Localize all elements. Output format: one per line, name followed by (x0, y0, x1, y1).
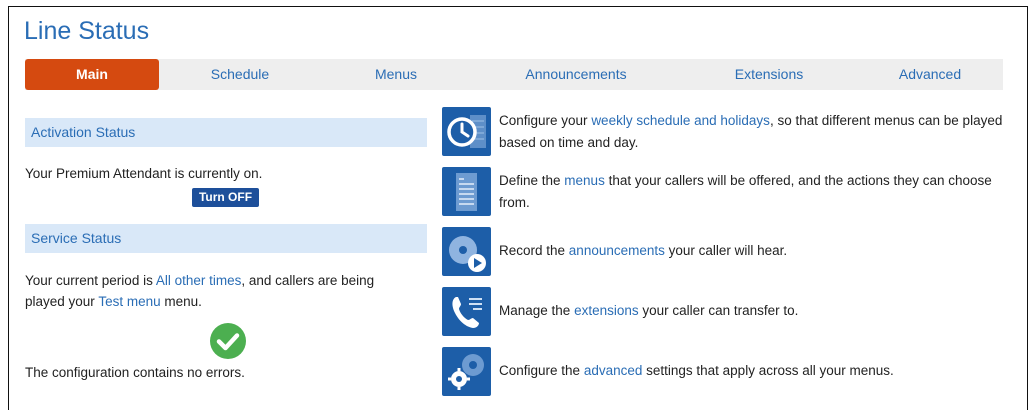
turn-off-button[interactable]: Turn OFF (192, 188, 259, 207)
period-prefix: Your current period is (25, 273, 156, 288)
activation-status-heading: Activation Status (25, 118, 427, 147)
disc-play-icon[interactable] (442, 227, 491, 276)
tab-advanced[interactable]: Advanced (857, 59, 1003, 90)
feature-announcements-prefix: Record the (499, 243, 569, 258)
played-suffix: menu. (160, 294, 202, 309)
advanced-link[interactable]: advanced (584, 363, 643, 378)
feature-schedule: Configure your weekly schedule and holid… (499, 110, 1019, 154)
feature-advanced: Configure the advanced settings that app… (499, 360, 1019, 382)
config-status-text: The configuration contains no errors. (25, 365, 245, 380)
feature-advanced-suffix: settings that apply across all your menu… (642, 363, 894, 378)
tab-main[interactable]: Main (25, 59, 159, 90)
weekly-schedule-link[interactable]: weekly schedule and holidays (591, 113, 770, 128)
tab-bar: Main Schedule Menus Announcements Extens… (25, 59, 1003, 90)
feature-advanced-prefix: Configure the (499, 363, 584, 378)
page-title: Line Status (24, 17, 150, 45)
feature-extensions-prefix: Manage the (499, 303, 575, 318)
extensions-link[interactable]: extensions (574, 303, 639, 318)
feature-menus-prefix: Define the (499, 173, 565, 188)
tab-schedule[interactable]: Schedule (159, 59, 321, 90)
feature-announcements-suffix: your caller will hear. (664, 243, 788, 258)
phone-extensions-icon[interactable] (442, 287, 491, 336)
menus-link[interactable]: menus (564, 173, 605, 188)
feature-announcements: Record the announcements your caller wil… (499, 240, 1019, 262)
tab-announcements[interactable]: Announcements (471, 59, 681, 90)
announcements-link[interactable]: announcements (569, 243, 665, 258)
feature-extensions-suffix: your caller can transfer to. (638, 303, 799, 318)
service-status-heading: Service Status (25, 224, 427, 253)
period-mid: , and callers are being (241, 273, 375, 288)
service-period-text: Your current period is All other times, … (25, 270, 425, 312)
activation-status-text: Your Premium Attendant is currently on. (25, 166, 263, 181)
clock-calendar-icon[interactable] (442, 107, 491, 156)
feature-menus: Define the menus that your callers will … (499, 170, 1019, 214)
played-prefix: played your (25, 294, 99, 309)
feature-extensions: Manage the extensions your caller can tr… (499, 300, 1019, 322)
menu-list-icon[interactable] (442, 167, 491, 216)
feature-schedule-prefix: Configure your (499, 113, 592, 128)
success-check-icon (209, 322, 247, 365)
period-link[interactable]: All other times (156, 273, 242, 288)
menu-link[interactable]: Test menu (98, 294, 160, 309)
tab-menus[interactable]: Menus (321, 59, 471, 90)
gears-icon[interactable] (442, 347, 491, 396)
tab-extensions[interactable]: Extensions (681, 59, 857, 90)
